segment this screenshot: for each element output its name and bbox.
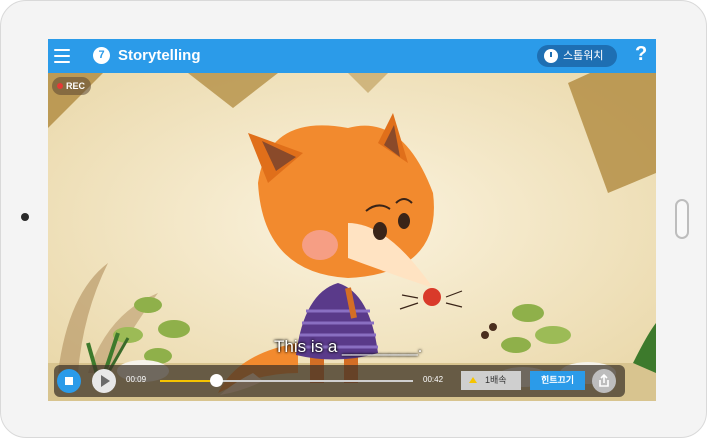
play-icon <box>101 375 110 387</box>
progress-fill <box>160 380 216 382</box>
share-button[interactable] <box>592 369 616 393</box>
help-button[interactable]: ? <box>635 43 647 66</box>
progress-handle[interactable] <box>209 374 223 387</box>
stopwatch-label: 스톱워치 <box>563 50 604 62</box>
stopwatch-button[interactable]: 스톱워치 <box>537 45 617 67</box>
share-icon <box>599 373 609 387</box>
total-time: 00:42 <box>423 375 444 384</box>
camera-lens <box>21 213 29 221</box>
hamburger-menu-icon[interactable] <box>54 49 70 63</box>
lesson-number-badge: 7 <box>93 47 110 64</box>
tablet-frame: 7 Storytelling 스톱워치 ? REC This is a ____… <box>0 0 707 438</box>
app-screen: 7 Storytelling 스톱워치 ? REC This is a ____… <box>48 39 656 401</box>
progress-track[interactable] <box>160 374 413 387</box>
home-button[interactable] <box>675 199 689 239</box>
subtitle-text: This is a ________. <box>274 337 423 356</box>
speed-button[interactable]: 1배속 <box>461 371 521 390</box>
hint-toggle-button[interactable]: 힌트끄기 <box>530 371 585 390</box>
rec-badge: REC <box>52 77 92 95</box>
stopwatch-icon <box>544 49 558 63</box>
play-button[interactable] <box>92 369 116 393</box>
speed-label: 1배속 <box>485 375 507 385</box>
player-controls: 00:09 00:42 1배속 힌트끄기 <box>54 365 625 397</box>
triangle-up-icon <box>469 377 477 383</box>
top-bar: 7 Storytelling 스톱워치 ? <box>48 39 656 73</box>
page-title: Storytelling <box>118 47 201 64</box>
current-time: 00:09 <box>126 375 147 384</box>
stop-button[interactable] <box>57 369 81 393</box>
